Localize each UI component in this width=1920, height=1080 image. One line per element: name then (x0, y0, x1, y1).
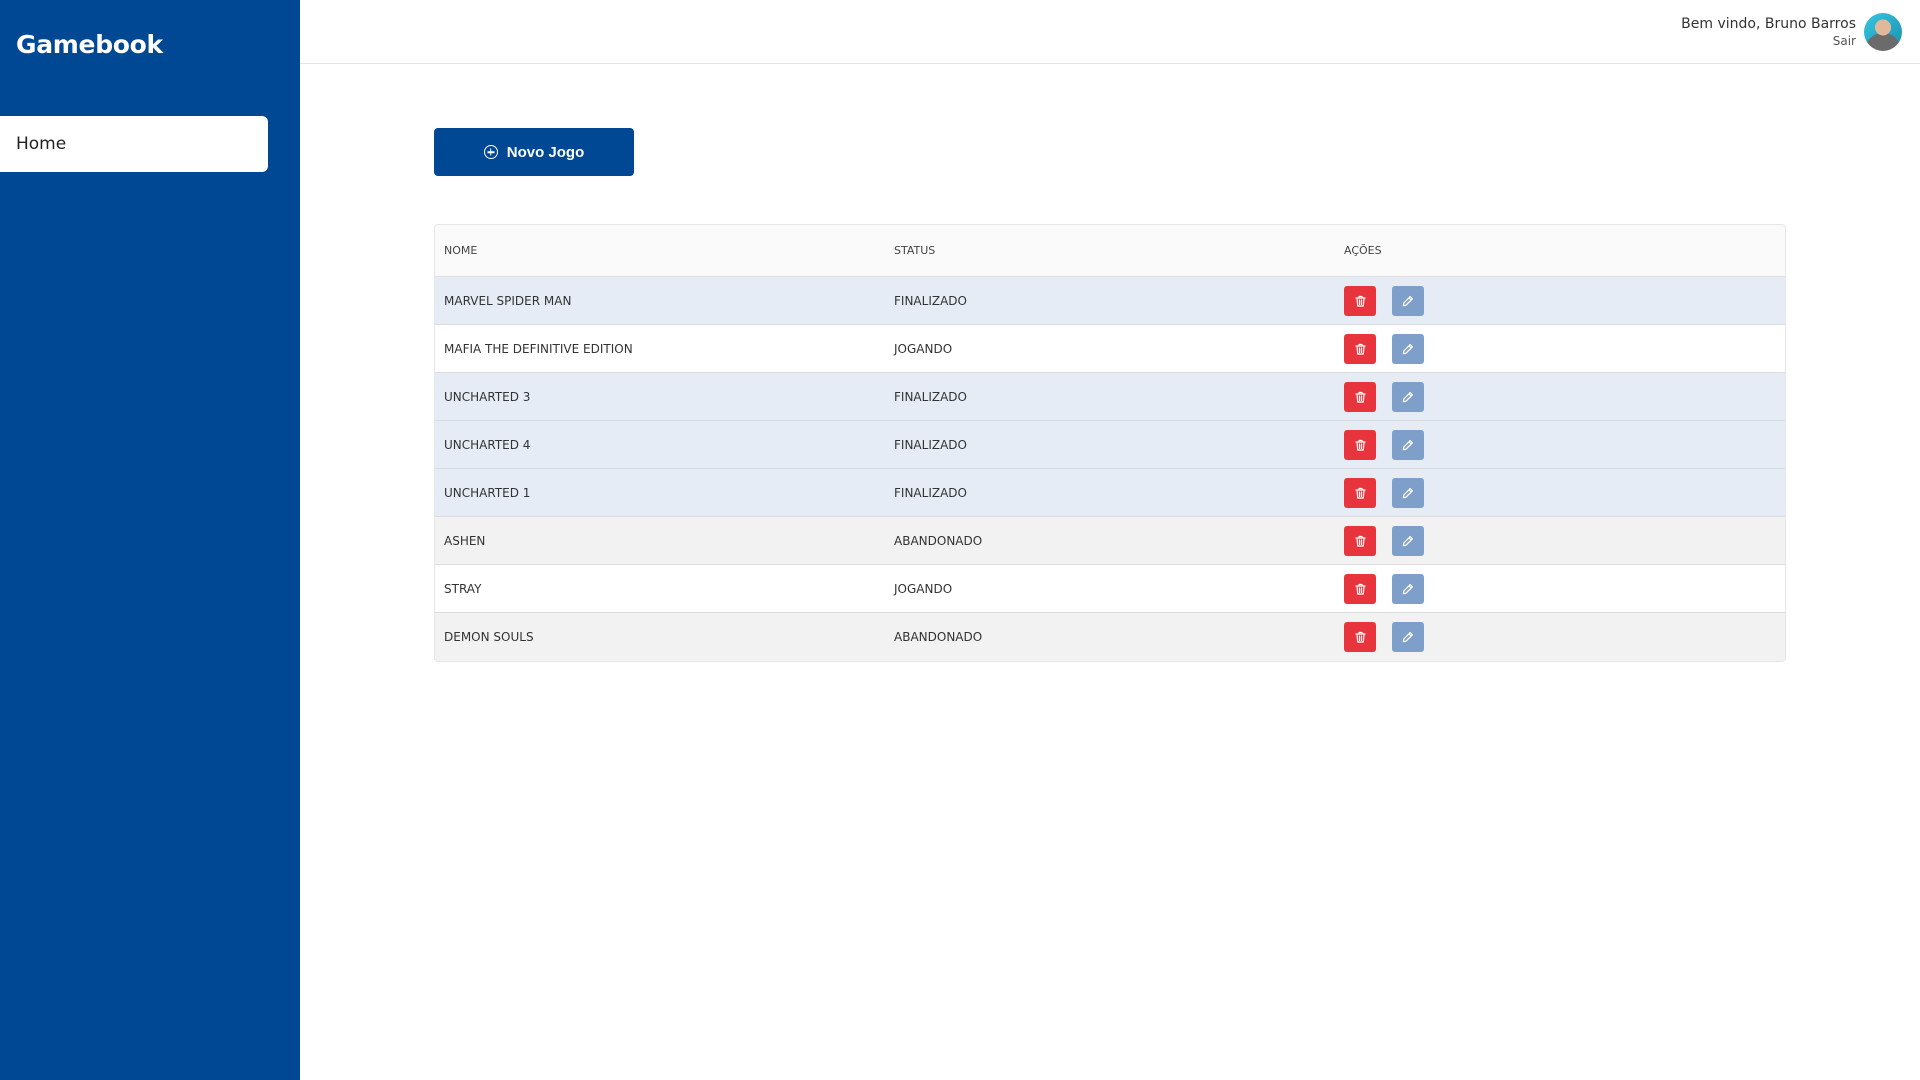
avatar[interactable] (1864, 13, 1902, 51)
pencil-icon (1402, 487, 1413, 498)
trash-icon (1354, 631, 1366, 643)
game-name-cell: UNCHARTED 4 (444, 437, 531, 452)
actions-cell (1335, 622, 1785, 652)
game-status-cell: JOGANDO (894, 341, 953, 356)
actions-cell (1335, 429, 1785, 460)
table-row: STRAY JOGANDO (435, 565, 1785, 613)
column-header-actions: AÇÕES (1344, 244, 1382, 257)
pencil-icon (1402, 295, 1413, 306)
game-status-cell: ABANDONADO (894, 533, 983, 548)
table-body: MARVEL SPIDER MAN FINALIZADO MAFIA THE D… (435, 277, 1785, 661)
actions-cell (1335, 285, 1785, 316)
delete-button[interactable] (1344, 525, 1376, 556)
column-header-status: STATUS (894, 244, 936, 257)
delete-button[interactable] (1344, 477, 1376, 508)
trash-icon (1354, 583, 1366, 595)
table-row: UNCHARTED 4 FINALIZADO (435, 421, 1785, 469)
trash-icon (1354, 343, 1366, 355)
trash-icon (1354, 391, 1366, 403)
delete-button[interactable] (1344, 333, 1376, 364)
table-header: NOME STATUS AÇÕES (435, 225, 1785, 277)
games-table: NOME STATUS AÇÕES MARVEL SPIDER MAN FINA… (434, 224, 1786, 662)
actions-cell (1335, 573, 1785, 604)
game-name-cell: MAFIA THE DEFINITIVE EDITION (444, 341, 633, 356)
game-name-cell: STRAY (444, 581, 482, 596)
actions-cell (1335, 333, 1785, 364)
table-row: UNCHARTED 1 FINALIZADO (435, 469, 1785, 517)
game-name-cell: ASHEN (444, 533, 486, 548)
new-game-button[interactable]: Novo Jogo (434, 128, 634, 176)
plus-circle-icon (483, 145, 498, 159)
game-status-cell: FINALIZADO (894, 437, 967, 452)
logout-link[interactable]: Sair (1681, 34, 1856, 48)
pencil-icon (1402, 343, 1413, 354)
table-row: ASHEN ABANDONADO (435, 517, 1785, 565)
edit-button[interactable] (1392, 622, 1424, 652)
game-status-cell: ABANDONADO (894, 630, 983, 644)
game-name-cell: MARVEL SPIDER MAN (444, 293, 572, 308)
pencil-icon (1402, 391, 1413, 402)
trash-icon (1354, 535, 1366, 547)
actions-cell (1335, 477, 1785, 508)
edit-button[interactable] (1392, 573, 1424, 604)
game-status-cell: JOGANDO (894, 581, 953, 596)
trash-icon (1354, 439, 1366, 451)
edit-button[interactable] (1392, 333, 1424, 364)
edit-button[interactable] (1392, 525, 1424, 556)
pencil-icon (1402, 632, 1413, 643)
trash-icon (1354, 295, 1366, 307)
game-status-cell: FINALIZADO (894, 389, 967, 404)
trash-icon (1354, 487, 1366, 499)
pencil-icon (1402, 583, 1413, 594)
new-game-label: Novo Jogo (506, 143, 585, 161)
column-header-name: NOME (444, 244, 478, 257)
pencil-icon (1402, 535, 1413, 546)
actions-cell (1335, 381, 1785, 412)
sidebar-item-label: Home (16, 134, 67, 154)
table-row: DEMON SOULS ABANDONADO (435, 613, 1785, 661)
edit-button[interactable] (1392, 429, 1424, 460)
table-row: MAFIA THE DEFINITIVE EDITION JOGANDO (435, 325, 1785, 373)
sidebar: Gamebook Home (0, 0, 300, 1080)
edit-button[interactable] (1392, 477, 1424, 508)
top-bar: Bem vindo, Bruno Barros Sair (300, 0, 1920, 64)
table-row: UNCHARTED 3 FINALIZADO (435, 373, 1785, 421)
sidebar-item-home[interactable]: Home (0, 116, 268, 172)
pencil-icon (1402, 439, 1413, 450)
game-name-cell: UNCHARTED 1 (444, 485, 531, 500)
user-info: Bem vindo, Bruno Barros Sair (1681, 14, 1856, 48)
welcome-text: Bem vindo, Bruno Barros (1681, 16, 1856, 32)
delete-button[interactable] (1344, 573, 1376, 604)
game-status-cell: FINALIZADO (894, 485, 967, 500)
delete-button[interactable] (1344, 622, 1376, 652)
game-name-cell: UNCHARTED 3 (444, 389, 531, 404)
game-name-cell: DEMON SOULS (444, 630, 534, 644)
actions-cell (1335, 525, 1785, 556)
delete-button[interactable] (1344, 285, 1376, 316)
edit-button[interactable] (1392, 381, 1424, 412)
table-row: MARVEL SPIDER MAN FINALIZADO (435, 277, 1785, 325)
game-status-cell: FINALIZADO (894, 293, 967, 308)
edit-button[interactable] (1392, 285, 1424, 316)
app-brand: Gamebook (16, 30, 163, 59)
delete-button[interactable] (1344, 381, 1376, 412)
delete-button[interactable] (1344, 429, 1376, 460)
